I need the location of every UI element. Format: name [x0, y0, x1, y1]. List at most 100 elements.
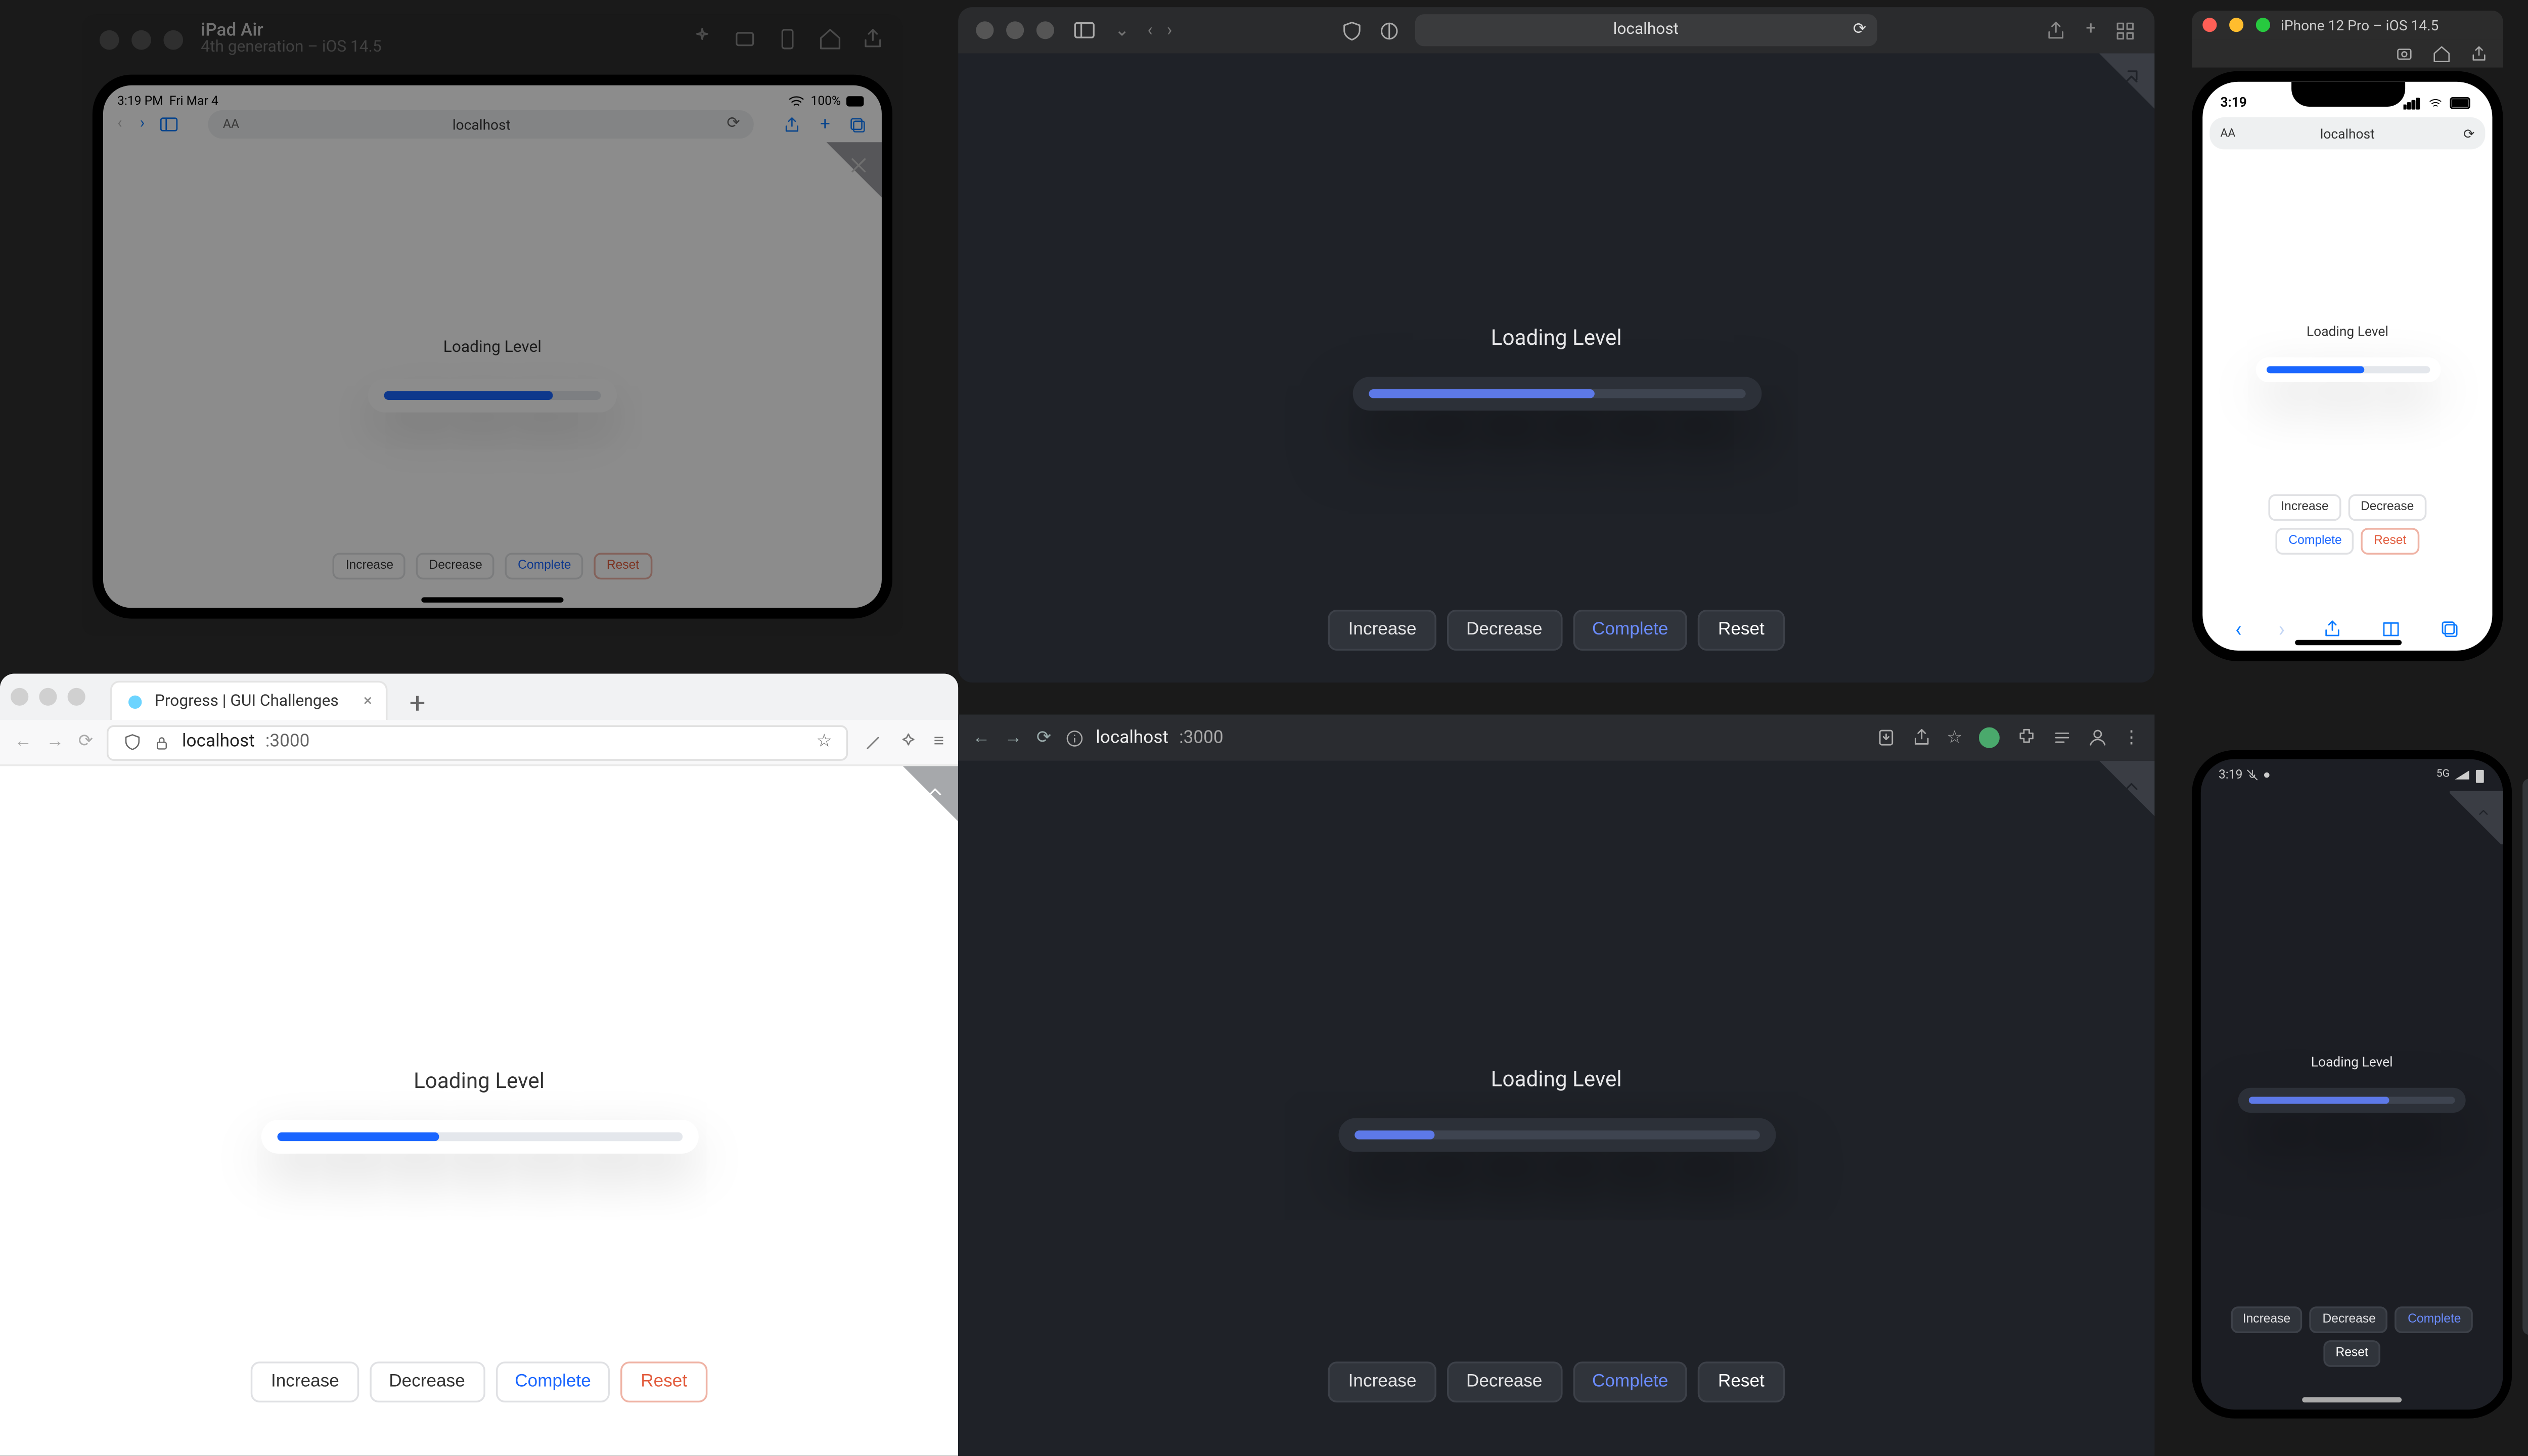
decrease-button[interactable]: Decrease: [1447, 1361, 1562, 1402]
text-size-button[interactable]: AA: [223, 117, 239, 131]
home-icon[interactable]: [818, 27, 842, 52]
reload-icon[interactable]: ⟳: [1853, 21, 1867, 39]
reset-button[interactable]: Reset: [1698, 1361, 1784, 1402]
decrease-button[interactable]: Decrease: [417, 553, 495, 579]
address-bar[interactable]: AA localhost ⟳: [2209, 117, 2485, 149]
decrease-button[interactable]: Decrease: [1447, 610, 1562, 651]
devtools-corner-peel[interactable]: [880, 766, 958, 844]
increase-button[interactable]: Increase: [251, 1361, 358, 1402]
increase-button[interactable]: Increase: [2269, 494, 2341, 521]
address-bar[interactable]: localhost:3000: [1065, 728, 1223, 748]
install-icon[interactable]: [1875, 727, 1897, 748]
increase-button[interactable]: Increase: [1329, 610, 1436, 651]
devtools-corner-peel[interactable]: [803, 142, 882, 220]
address-bar[interactable]: localhost:3000 ☆: [107, 724, 848, 760]
new-tab-button[interactable]: +: [399, 686, 436, 720]
reload-button[interactable]: ⟳: [1036, 728, 1052, 748]
ipad-subtitle: 4th generation – iOS 14.5: [201, 40, 381, 58]
close-tab-icon[interactable]: ×: [364, 692, 372, 710]
traffic-lights[interactable]: [100, 29, 183, 49]
complete-button[interactable]: Complete: [1572, 1361, 1688, 1402]
menu-icon[interactable]: ⋮: [2123, 728, 2140, 748]
traffic-lights[interactable]: [11, 688, 85, 706]
portrait-icon[interactable]: [775, 27, 800, 52]
back-button[interactable]: ‹: [117, 116, 122, 133]
eyedropper-icon[interactable]: [863, 732, 884, 753]
reset-button[interactable]: Reset: [594, 553, 652, 579]
forward-button[interactable]: ›: [140, 116, 145, 133]
ipad-titlebar: iPad Air 4th generation – iOS 14.5: [82, 14, 903, 64]
forward-button[interactable]: ›: [2279, 617, 2285, 642]
ipad-statusbar: 3:19 PM Fri Mar 4 100%: [103, 85, 882, 107]
share-icon[interactable]: [1911, 727, 1932, 748]
traffic-lights[interactable]: [2202, 18, 2270, 32]
complete-button[interactable]: Complete: [2396, 1306, 2474, 1333]
chevron-down-icon[interactable]: ⌄: [1115, 20, 1130, 40]
sidebar-icon[interactable]: [1072, 18, 1097, 42]
reset-button[interactable]: Reset: [2361, 528, 2419, 555]
forward-button[interactable]: →: [46, 733, 64, 752]
decrease-button[interactable]: Decrease: [2348, 494, 2426, 521]
new-tab-icon[interactable]: +: [2086, 19, 2096, 42]
back-button[interactable]: ←: [14, 733, 32, 752]
increase-button[interactable]: Increase: [2230, 1306, 2303, 1333]
shield-icon[interactable]: [1340, 19, 1364, 42]
extension-icon[interactable]: [898, 732, 919, 753]
address-bar[interactable]: localhost ⟳: [1415, 14, 1877, 46]
bookmarks-icon[interactable]: [2380, 619, 2401, 640]
reading-list-icon[interactable]: [2051, 727, 2072, 748]
screenshot-icon[interactable]: [733, 27, 757, 52]
complete-button[interactable]: Complete: [1572, 610, 1688, 651]
extensions-icon[interactable]: [2016, 727, 2037, 748]
complete-button[interactable]: Complete: [2276, 528, 2355, 555]
share-icon[interactable]: [783, 115, 802, 134]
android-emulator: 3:19 ● 5G Loading Level In: [2192, 750, 2512, 1419]
sidebar-icon[interactable]: [159, 114, 180, 135]
page-title: Loading Level: [2311, 1053, 2393, 1069]
browser-tab[interactable]: Progress | GUI Challenges ×: [110, 681, 388, 720]
reset-button[interactable]: Reset: [621, 1361, 707, 1402]
account-icon[interactable]: [2087, 727, 2108, 748]
sparkle-icon[interactable]: [690, 27, 714, 52]
back-button[interactable]: ←: [972, 728, 990, 748]
bookmark-star-icon[interactable]: ☆: [817, 733, 833, 752]
appearance-icon[interactable]: [1377, 19, 1401, 42]
share-icon[interactable]: [2045, 19, 2068, 42]
back-button[interactable]: ‹: [2235, 617, 2242, 642]
menu-icon[interactable]: ≡: [933, 732, 944, 753]
decrease-button[interactable]: Decrease: [2310, 1306, 2388, 1333]
traffic-lights[interactable]: [976, 21, 1054, 39]
profile-icon[interactable]: [1977, 725, 2002, 750]
bookmark-star-icon[interactable]: ☆: [1947, 728, 1963, 748]
complete-button[interactable]: Complete: [495, 1361, 611, 1402]
text-size-button[interactable]: AA: [2220, 126, 2235, 141]
reload-icon[interactable]: ⟳: [727, 116, 740, 133]
increase-button[interactable]: Increase: [333, 553, 406, 579]
tabs-icon[interactable]: [848, 115, 868, 134]
forward-button[interactable]: ›: [1167, 20, 1172, 40]
tab-title: Progress | GUI Challenges: [155, 692, 339, 710]
reset-button[interactable]: Reset: [2323, 1340, 2381, 1367]
increase-button[interactable]: Increase: [1329, 1361, 1436, 1402]
home-icon[interactable]: [2432, 43, 2452, 63]
screenshot-icon[interactable]: [2395, 43, 2414, 63]
new-tab-icon[interactable]: +: [820, 115, 830, 134]
share-icon[interactable]: [861, 27, 885, 52]
shield-icon[interactable]: [123, 733, 143, 752]
share-icon[interactable]: [2322, 619, 2343, 640]
tabs-icon[interactable]: [2439, 619, 2460, 640]
share-icon[interactable]: [2469, 43, 2489, 63]
forward-button[interactable]: →: [1005, 728, 1022, 748]
devtools-corner-peel[interactable]: [2076, 761, 2155, 839]
address-bar[interactable]: AA localhost ⟳: [209, 110, 754, 139]
devtools-corner-peel[interactable]: [2076, 53, 2155, 131]
info-icon[interactable]: [1065, 728, 1085, 748]
decrease-button[interactable]: Decrease: [370, 1361, 485, 1402]
back-button[interactable]: ‹: [1147, 20, 1153, 40]
reload-button[interactable]: ⟳: [78, 733, 94, 752]
devtools-corner-peel[interactable]: [2450, 791, 2503, 844]
tabs-icon[interactable]: [2114, 19, 2137, 42]
reload-icon[interactable]: ⟳: [2463, 125, 2474, 142]
reset-button[interactable]: Reset: [1698, 610, 1784, 651]
complete-button[interactable]: Complete: [506, 553, 584, 579]
